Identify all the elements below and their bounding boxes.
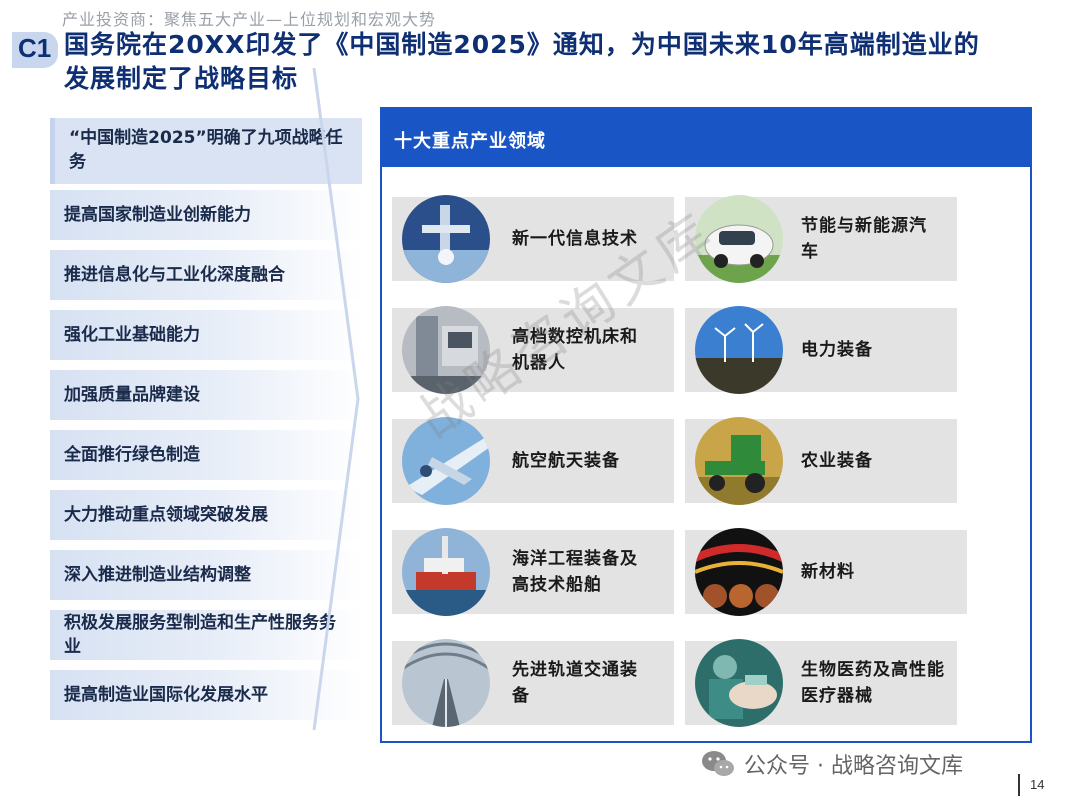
airplane-icon: [402, 417, 490, 505]
industry-label-text: 先进轨道交通装备: [512, 660, 638, 706]
harvester-icon: [695, 417, 783, 505]
cable-material-icon: [695, 528, 783, 616]
industry-card: 农业装备: [685, 417, 957, 505]
header-subtitle: 产业投资商：聚焦五大产业—上位规划和宏观大势: [62, 10, 437, 29]
industry-label: 生物医药及高性能医疗器械: [801, 641, 961, 725]
industry-card: 新材料: [685, 528, 967, 616]
industry-card: 海洋工程装备及高技术船舶: [392, 528, 674, 616]
footer-account-label: 公众号 · 战略咨询文库: [744, 754, 963, 779]
page-title-line1: 国务院在20XX印发了《中国制造2025》通知，为中国未来10年高端制造业的: [64, 30, 980, 59]
wechat-icon: [702, 751, 734, 776]
section-badge: C1: [12, 32, 58, 68]
wind-turbine-icon: [695, 306, 783, 394]
industry-label: 高档数控机床和机器人: [512, 308, 652, 392]
rail-tunnel-icon: [402, 639, 490, 727]
robot-arm-icon: [402, 195, 490, 283]
industry-label-text: 节能与新能源汽车: [801, 216, 927, 262]
industry-label: 农业装备: [801, 451, 873, 471]
industry-label: 先进轨道交通装备: [512, 641, 652, 725]
industry-card: 新一代信息技术: [392, 195, 674, 283]
industry-card: 电力装备: [685, 306, 957, 394]
industry-card: 节能与新能源汽车: [685, 195, 957, 283]
industry-card: 高档数控机床和机器人: [392, 306, 674, 394]
key-industries-heading: 十大重点产业领域: [382, 109, 1030, 167]
industry-label: 节能与新能源汽车: [801, 197, 941, 281]
key-industries-panel: 十大重点产业领域 新一代信息技术 节能与新能源汽车 高档数控机床和机器人 电力装…: [380, 107, 1032, 743]
industry-label: 新一代信息技术: [512, 229, 638, 249]
offshore-rig-icon: [402, 528, 490, 616]
industry-label: 航空航天装备: [512, 451, 620, 471]
page-title-line2: 发展制定了战略目标: [64, 64, 299, 93]
page-title: 国务院在20XX印发了《中国制造2025》通知，为中国未来10年高端制造业的 发…: [64, 28, 1064, 96]
page-divider: [1018, 774, 1020, 796]
industry-label: 海洋工程装备及高技术船舶: [512, 530, 652, 614]
industry-card: 生物医药及高性能医疗器械: [685, 639, 957, 727]
industry-label-text: 生物医药及高性能医疗器械: [801, 660, 945, 706]
industry-label: 电力装备: [801, 340, 873, 360]
cnc-machine-icon: [402, 306, 490, 394]
industry-card: 先进轨道交通装备: [392, 639, 674, 727]
surgery-icon: [695, 639, 783, 727]
industry-label-text: 海洋工程装备及高技术船舶: [512, 549, 638, 595]
section-badge-label: C1: [18, 33, 52, 63]
page-number: 14: [1030, 777, 1045, 792]
industry-card: 航空航天装备: [392, 417, 674, 505]
industry-label-text: 高档数控机床和机器人: [512, 327, 638, 373]
footer-account: 公众号 · 战略咨询文库: [700, 748, 963, 780]
electric-car-icon: [695, 195, 783, 283]
industry-label: 新材料: [801, 562, 855, 582]
connector-bracket: [312, 67, 360, 731]
